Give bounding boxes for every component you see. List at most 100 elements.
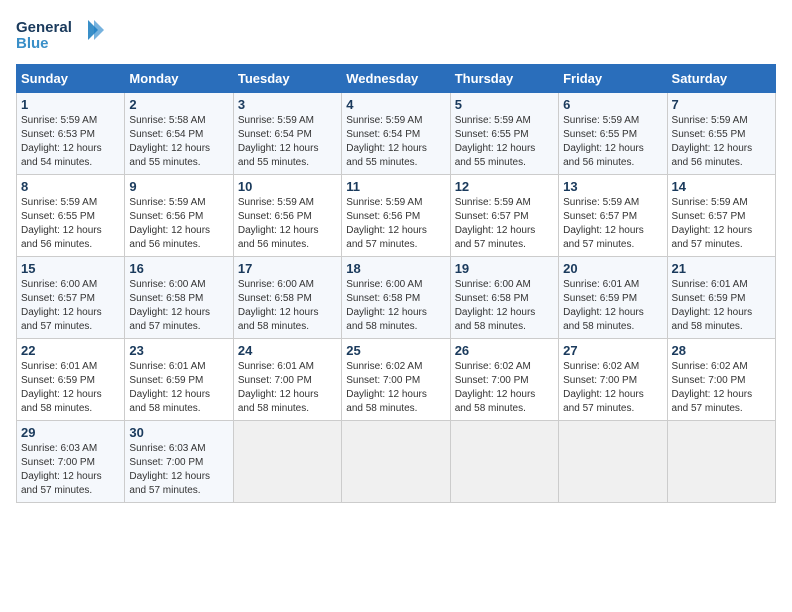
calendar-day-6: 6Sunrise: 5:59 AMSunset: 6:55 PMDaylight… (559, 93, 667, 175)
day-info: Sunrise: 6:01 AMSunset: 6:59 PMDaylight:… (21, 361, 102, 414)
calendar-day-9: 9 Sunrise: 5:59 AMSunset: 6:56 PMDaylight… (125, 175, 233, 257)
calendar-day-21: 21Sunrise: 6:01 AMSunset: 6:59 PMDayligh… (667, 257, 775, 339)
calendar-day-13: 13 Sunrise: 5:59 AMSunset: 6:57 PMDayligh… (559, 175, 667, 257)
day-info: Sunrise: 6:02 AMSunset: 7:00 PMDaylight:… (346, 361, 427, 414)
day-info: Sunrise: 5:59 AMSunset: 6:57 PMDaylight:… (563, 197, 644, 250)
calendar-day-19: 19 Sunrise: 6:00 AMSunset: 6:58 PMDayligh… (450, 257, 558, 339)
calendar-day-14: 14 Sunrise: 5:59 AMSunset: 6:57 PMDayligh… (667, 175, 775, 257)
day-number: 17 (238, 261, 337, 276)
day-info: Sunrise: 6:00 AMSunset: 6:58 PMDaylight:… (238, 279, 319, 332)
calendar-day-25: 25 Sunrise: 6:02 AMSunset: 7:00 PMDayligh… (342, 339, 450, 421)
empty-cell (450, 421, 558, 503)
day-info: Sunrise: 5:59 AMSunset: 6:57 PMDaylight:… (455, 197, 536, 250)
day-number: 22 (21, 343, 120, 358)
calendar-day-23: 23 Sunrise: 6:01 AMSunset: 6:59 PMDayligh… (125, 339, 233, 421)
day-info: Sunrise: 6:00 AMSunset: 6:57 PMDaylight:… (21, 279, 102, 332)
day-number: 3 (238, 97, 337, 112)
day-number: 14 (672, 179, 771, 194)
day-info: Sunrise: 6:02 AMSunset: 7:00 PMDaylight:… (563, 361, 644, 414)
day-info: Sunrise: 5:59 AMSunset: 6:53 PMDaylight:… (21, 115, 102, 168)
empty-cell (233, 421, 341, 503)
calendar-day-12: 12 Sunrise: 5:59 AMSunset: 6:57 PMDayligh… (450, 175, 558, 257)
day-info: Sunrise: 5:59 AMSunset: 6:56 PMDaylight:… (238, 197, 319, 250)
day-number: 4 (346, 97, 445, 112)
day-info: Sunrise: 6:03 AMSunset: 7:00 PMDaylight:… (129, 443, 210, 496)
calendar-day-18: 18 Sunrise: 6:00 AMSunset: 6:58 PMDayligh… (342, 257, 450, 339)
calendar-day-10: 10 Sunrise: 5:59 AMSunset: 6:56 PMDayligh… (233, 175, 341, 257)
calendar-day-26: 26 Sunrise: 6:02 AMSunset: 7:00 PMDayligh… (450, 339, 558, 421)
weekday-header-monday: Monday (125, 65, 233, 93)
day-number: 15 (21, 261, 120, 276)
day-info: Sunrise: 5:59 AMSunset: 6:55 PMDaylight:… (21, 197, 102, 250)
day-number: 19 (455, 261, 554, 276)
day-info: Sunrise: 5:59 AMSunset: 6:56 PMDaylight:… (129, 197, 210, 250)
day-number: 26 (455, 343, 554, 358)
day-number: 11 (346, 179, 445, 194)
weekday-header-wednesday: Wednesday (342, 65, 450, 93)
day-info: Sunrise: 6:01 AMSunset: 7:00 PMDaylight:… (238, 361, 319, 414)
day-info: Sunrise: 6:01 AMSunset: 6:59 PMDaylight:… (129, 361, 210, 414)
empty-cell (342, 421, 450, 503)
empty-cell (667, 421, 775, 503)
svg-text:General: General (16, 19, 72, 36)
day-number: 2 (129, 97, 228, 112)
calendar-day-17: 17 Sunrise: 6:00 AMSunset: 6:58 PMDayligh… (233, 257, 341, 339)
day-number: 27 (563, 343, 662, 358)
day-number: 13 (563, 179, 662, 194)
calendar-day-29: 29 Sunrise: 6:03 AMSunset: 7:00 PMDayligh… (17, 421, 125, 503)
day-info: Sunrise: 6:00 AMSunset: 6:58 PMDaylight:… (129, 279, 210, 332)
day-number: 10 (238, 179, 337, 194)
day-info: Sunrise: 5:59 AMSunset: 6:54 PMDaylight:… (346, 115, 427, 168)
day-number: 21 (672, 261, 771, 276)
calendar-day-27: 27 Sunrise: 6:02 AMSunset: 7:00 PMDayligh… (559, 339, 667, 421)
day-number: 23 (129, 343, 228, 358)
day-number: 16 (129, 261, 228, 276)
day-info: Sunrise: 5:59 AMSunset: 6:56 PMDaylight:… (346, 197, 427, 250)
day-info: Sunrise: 6:02 AMSunset: 7:00 PMDaylight:… (455, 361, 536, 414)
calendar-day-20: 20 Sunrise: 6:01 AMSunset: 6:59 PMDayligh… (559, 257, 667, 339)
calendar-day-1: 1 Sunrise: 5:59 AMSunset: 6:53 PMDaylight… (17, 93, 125, 175)
calendar-day-30: 30Sunrise: 6:03 AMSunset: 7:00 PMDayligh… (125, 421, 233, 503)
day-info: Sunrise: 6:00 AMSunset: 6:58 PMDaylight:… (346, 279, 427, 332)
day-number: 18 (346, 261, 445, 276)
day-info: Sunrise: 6:00 AMSunset: 6:58 PMDaylight:… (455, 279, 536, 332)
day-info: Sunrise: 5:59 AMSunset: 6:55 PMDaylight:… (455, 115, 536, 168)
day-number: 8 (21, 179, 120, 194)
calendar-day-2: 2 Sunrise: 5:58 AMSunset: 6:54 PMDaylight… (125, 93, 233, 175)
day-info: Sunrise: 6:02 AMSunset: 7:00 PMDaylight:… (672, 361, 753, 414)
day-info: Sunrise: 5:59 AMSunset: 6:55 PMDaylight:… (563, 115, 644, 168)
calendar-day-28: 28 Sunrise: 6:02 AMSunset: 7:00 PMDayligh… (667, 339, 775, 421)
day-info: Sunrise: 5:59 AMSunset: 6:55 PMDaylight:… (672, 115, 753, 168)
logo: General Blue (16, 16, 106, 54)
empty-cell (559, 421, 667, 503)
day-number: 20 (563, 261, 662, 276)
calendar-table: SundayMondayTuesdayWednesdayThursdayFrid… (16, 64, 776, 503)
day-info: Sunrise: 5:59 AMSunset: 6:54 PMDaylight:… (238, 115, 319, 168)
weekday-header-tuesday: Tuesday (233, 65, 341, 93)
calendar-day-11: 11 Sunrise: 5:59 AMSunset: 6:56 PMDayligh… (342, 175, 450, 257)
day-number: 12 (455, 179, 554, 194)
weekday-header-friday: Friday (559, 65, 667, 93)
day-number: 9 (129, 179, 228, 194)
calendar-day-22: 22 Sunrise: 6:01 AMSunset: 6:59 PMDayligh… (17, 339, 125, 421)
svg-text:Blue: Blue (16, 35, 49, 52)
day-info: Sunrise: 6:01 AMSunset: 6:59 PMDaylight:… (563, 279, 644, 332)
day-number: 7 (672, 97, 771, 112)
day-info: Sunrise: 6:03 AMSunset: 7:00 PMDaylight:… (21, 443, 102, 496)
calendar-day-15: 15 Sunrise: 6:00 AMSunset: 6:57 PMDayligh… (17, 257, 125, 339)
day-number: 25 (346, 343, 445, 358)
calendar-day-16: 16 Sunrise: 6:00 AMSunset: 6:58 PMDayligh… (125, 257, 233, 339)
day-number: 28 (672, 343, 771, 358)
day-info: Sunrise: 5:59 AMSunset: 6:57 PMDaylight:… (672, 197, 753, 250)
day-info: Sunrise: 5:58 AMSunset: 6:54 PMDaylight:… (129, 115, 210, 168)
calendar-day-3: 3 Sunrise: 5:59 AMSunset: 6:54 PMDaylight… (233, 93, 341, 175)
weekday-header-sunday: Sunday (17, 65, 125, 93)
calendar-day-8: 8 Sunrise: 5:59 AMSunset: 6:55 PMDaylight… (17, 175, 125, 257)
day-number: 29 (21, 425, 120, 440)
calendar-day-7: 7 Sunrise: 5:59 AMSunset: 6:55 PMDaylight… (667, 93, 775, 175)
day-number: 24 (238, 343, 337, 358)
day-number: 5 (455, 97, 554, 112)
calendar-day-5: 5 Sunrise: 5:59 AMSunset: 6:55 PMDaylight… (450, 93, 558, 175)
day-number: 1 (21, 97, 120, 112)
calendar-day-4: 4 Sunrise: 5:59 AMSunset: 6:54 PMDaylight… (342, 93, 450, 175)
